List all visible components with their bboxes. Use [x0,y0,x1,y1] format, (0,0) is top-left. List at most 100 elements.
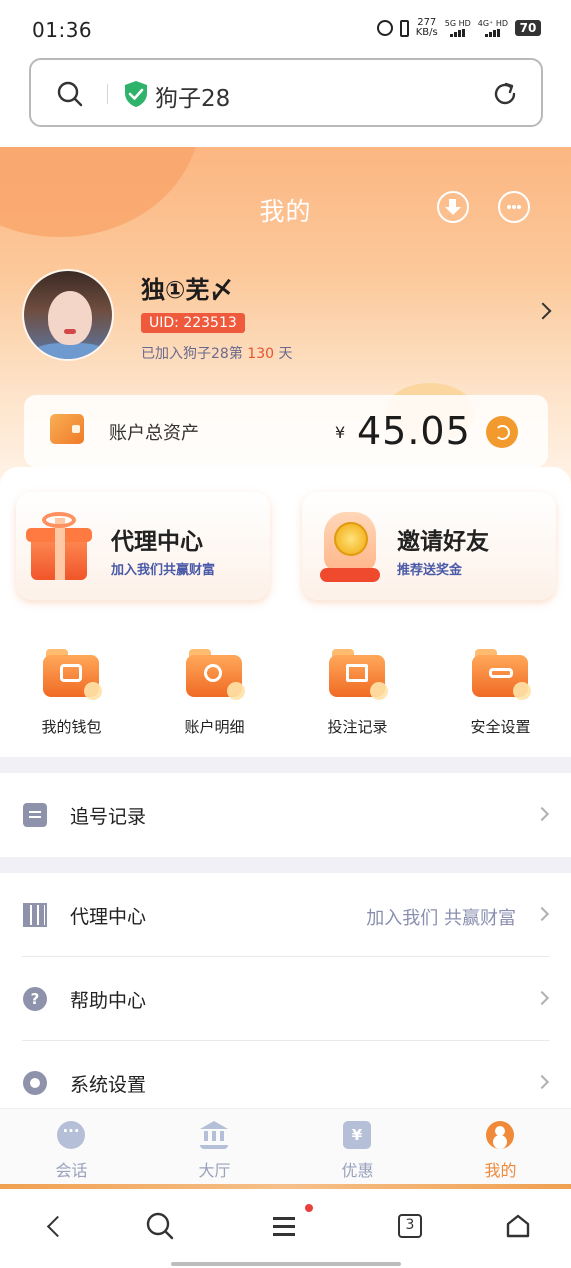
reload-icon[interactable] [491,80,519,108]
menu-icon[interactable] [268,1204,313,1243]
tab-chat[interactable]: 会话 [0,1109,143,1187]
search-icon[interactable] [143,1209,177,1243]
agent-center-card[interactable]: 代理中心 加入我们共赢财富 [16,492,270,600]
url-bar[interactable]: 狗子28 [29,58,543,127]
menu-agent-center[interactable]: 代理中心 加入我们 共赢财富 [0,873,571,957]
chevron-right-icon [534,906,550,922]
wallet-folder-icon [43,649,102,700]
bottom-tab-bar: 会话 大厅 ¥ 优惠 我的 [0,1108,571,1186]
menu-label: 代理中心 [70,906,147,928]
tab-lobby[interactable]: 大厅 [143,1109,286,1187]
network-speed: 277 KB/s [416,18,438,38]
promo-title: 代理中心 [111,529,203,555]
avatar[interactable] [22,269,114,361]
battery-icon: 70 [515,20,541,36]
shield-check-icon [125,81,147,107]
tab-label: 大厅 [198,1161,231,1180]
content-panel: 代理中心 加入我们共赢财富 邀请好友 推荐送奖金 我的钱包 账户明细 投注记录 … [0,467,571,1109]
join-suffix: 天 [278,346,293,362]
invite-friends-card[interactable]: 邀请好友 推荐送奖金 [302,492,556,600]
menu-chase-records[interactable]: 追号记录 [0,773,571,857]
help-icon: ? [23,987,47,1011]
refresh-balance-icon[interactable] [486,416,518,448]
section-divider [0,857,571,873]
back-icon[interactable] [38,1209,72,1243]
promo-title: 邀请好友 [397,529,489,555]
quick-wallet[interactable]: 我的钱包 [0,647,143,757]
message-icon[interactable] [498,191,530,223]
signal-bars-icon [485,29,501,37]
quick-label: 账户明细 [184,718,245,736]
note-icon [23,803,47,827]
user-profile-icon [486,1121,514,1149]
quick-actions: 我的钱包 账户明细 投注记录 安全设置 [0,647,571,757]
calendar-folder-icon [329,649,388,700]
alarm-icon [376,20,393,36]
promo-subtitle: 加入我们共赢财富 [111,563,216,578]
notification-dot [305,1204,313,1212]
url-separator [107,84,108,104]
asset-currency: ¥ [335,423,346,442]
gift-box-icon [26,512,92,582]
signal-5g: 5G HD [445,19,471,37]
bank-building-icon [200,1121,228,1149]
tab-me[interactable]: 我的 [429,1109,571,1187]
asset-label: 账户总资产 [109,423,199,444]
menu-label: 系统设置 [70,1074,147,1096]
page-title: 我的 [259,197,312,226]
network-speed-unit: KB/s [415,27,438,38]
user-name: 独①芜〆 [141,276,234,304]
tab-label: 会话 [55,1161,88,1180]
chevron-right-icon [534,990,550,1006]
asset-value: 45.05 [357,409,471,453]
quick-label: 我的钱包 [41,718,102,736]
yen-coupon-icon: ¥ [343,1121,371,1149]
status-icons: 277 KB/s 5G HD 4G⁺ HD 70 [376,18,541,38]
quick-bet-records[interactable]: 投注记录 [286,647,429,757]
quick-label: 安全设置 [470,718,531,736]
menu-help-center[interactable]: ? 帮助中心 [0,957,571,1041]
url-text[interactable]: 狗子28 [155,79,230,113]
profile-header: 我的 独①芜〆 UID: 223513 已加入狗子28第 130 天 账户总资产… [0,147,571,487]
status-time: 01:36 [32,18,93,42]
quick-label: 投注记录 [327,718,388,736]
join-days-count: 130 [247,346,275,362]
tab-promotions[interactable]: ¥ 优惠 [286,1109,429,1187]
coin-hand-icon [320,504,380,584]
signal-4g: 4G⁺ HD [478,19,508,37]
wallet-icon [50,414,84,444]
chevron-right-icon [534,806,550,822]
tab-label: 我的 [484,1161,517,1180]
key-folder-icon [472,649,531,700]
promo-subtitle: 推荐送奖金 [397,563,463,578]
join-days-text: 已加入狗子28第 130 天 [141,343,292,363]
search-icon[interactable] [57,81,83,107]
menu-label: 帮助中心 [70,990,147,1012]
status-bar: 01:36 277 KB/s 5G HD 4G⁺ HD 70 [0,0,571,56]
qr-code-icon [23,903,47,927]
home-icon[interactable] [501,1209,535,1243]
tabs-button[interactable]: 3 [393,1209,427,1243]
home-indicator [171,1262,401,1266]
chevron-right-icon [534,1074,550,1090]
quick-account-details[interactable]: 账户明细 [143,647,286,757]
download-icon[interactable] [437,191,469,223]
vibrate-icon [399,19,409,37]
section-divider [0,757,571,773]
magnifier-folder-icon [186,649,245,700]
chevron-right-icon[interactable] [534,302,552,320]
tab-count: 3 [398,1214,422,1238]
quick-security-settings[interactable]: 安全设置 [429,647,571,757]
menu-hint: 加入我们 共赢财富 [366,908,516,929]
menu-label: 追号记录 [70,806,147,828]
gear-icon [23,1071,47,1095]
tab-label: 优惠 [341,1161,374,1180]
asset-card[interactable]: 账户总资产 ¥ 45.05 [24,395,548,467]
browser-nav: 3 [0,1189,571,1268]
chat-bubble-icon [57,1121,85,1149]
uid-badge: UID: 223513 [141,313,245,333]
join-prefix: 已加入狗子28第 [141,346,243,362]
signal-5g-label: 5G HD [444,19,471,28]
signal-bars-icon [450,29,466,37]
signal-4g-label: 4G⁺ HD [477,19,508,28]
